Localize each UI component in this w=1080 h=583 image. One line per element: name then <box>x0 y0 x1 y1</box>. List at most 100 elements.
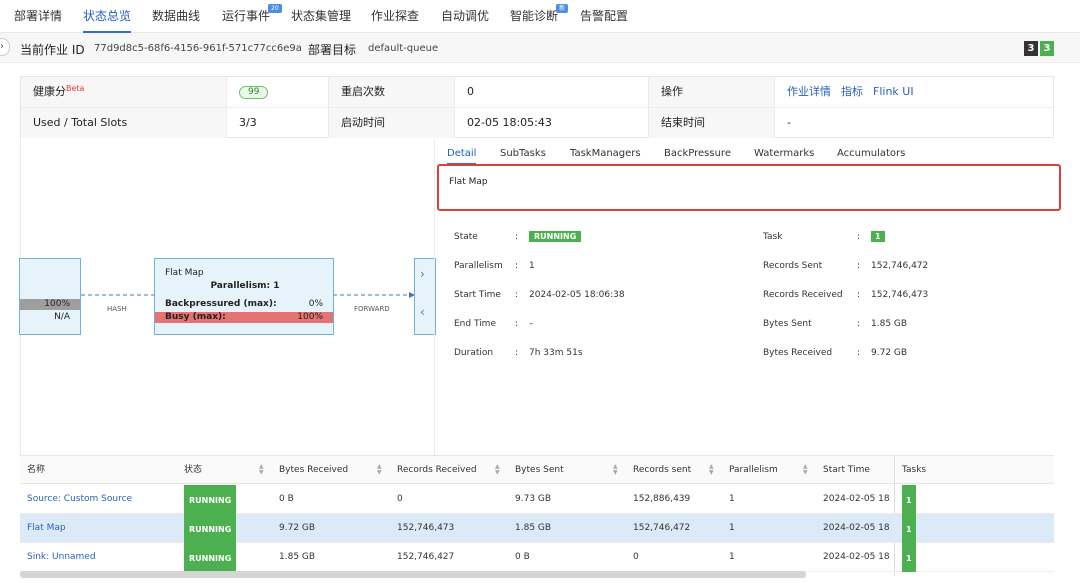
health-score-text: 健康分 <box>33 85 66 98</box>
records-received-cell: 152,746,473 <box>397 523 455 533</box>
sep: : <box>857 261 861 271</box>
task-count-badge: 1 <box>871 231 885 242</box>
sep: : <box>515 232 519 242</box>
bytes-sent-cell: 9.73 GB <box>515 494 552 504</box>
bytes-sent-cell: 0 B <box>515 552 530 562</box>
bytes-received-cell: 9.72 GB <box>279 523 316 533</box>
table-row[interactable]: Sink: Unnamed RUNNING 1.85 GB 152,746,42… <box>20 543 1054 572</box>
state-value: RUNNING <box>529 231 582 242</box>
status-cell: RUNNING <box>184 543 237 572</box>
table-row[interactable]: Source: Custom Source RUNNING 0 B 0 9.73… <box>20 485 1054 514</box>
bytes-received-cell: 1.85 GB <box>279 552 316 562</box>
vertex-table: 名称 状态 ▲ ▼ Bytes Received ▲ ▼ Records Recei… <box>20 455 1054 576</box>
table-row-selected[interactable]: Flat Map RUNNING 9.72 GB 152,746,473 1.8… <box>20 514 1054 543</box>
health-score-label: 健康分Beta <box>21 77 227 107</box>
graph-node-source[interactable]: 100% N/A <box>19 258 81 335</box>
flink-ui-link[interactable]: Flink UI <box>873 85 914 98</box>
summary-row: 健康分Beta 99 重启次数 0 操作 作业详情 指标 Flink UI <box>21 77 1053 108</box>
parallelism-cell: 1 <box>729 552 735 562</box>
start-time-label: 启动时间 <box>329 108 455 138</box>
col-bytes-sent[interactable]: Bytes Sent <box>515 456 564 484</box>
col-name[interactable]: 名称 <box>27 456 45 484</box>
sort-icon[interactable]: ▲ ▼ <box>495 464 500 476</box>
graph-node-sink[interactable]: › ‹ <box>414 258 436 335</box>
app-root: 部署详情 状态总览 数据曲线 运行事件 20 状态集管理 作业探查 自动调优 智… <box>0 0 1080 583</box>
health-score-cell: 99 <box>227 77 329 107</box>
expand-left-icon[interactable]: ‹ <box>420 305 425 319</box>
vertex-name-box: Flat Map <box>437 164 1061 211</box>
busy-label: Busy (max): <box>165 312 226 322</box>
summary-row: Used / Total Slots 3/3 启动时间 02-05 18:05:… <box>21 108 1053 139</box>
expand-right-icon[interactable]: › <box>420 267 425 281</box>
tasks-cell: 1 <box>902 485 916 514</box>
sep: : <box>857 319 861 329</box>
vertex-name-link[interactable]: Sink: Unnamed <box>27 543 182 572</box>
busy-bar: Busy (max): 100% <box>155 312 333 323</box>
records-received-cell: 152,746,427 <box>397 552 455 562</box>
smart-diagnosis-badge: 新 <box>556 4 569 13</box>
sep: : <box>857 290 861 300</box>
tab-status-overview[interactable]: 状态总览 <box>83 0 132 33</box>
vertex-name-link[interactable]: Source: Custom Source <box>27 485 182 514</box>
col-start-time[interactable]: Start Time <box>823 456 870 484</box>
job-info-bar: 当前作业 ID 77d9d8c5-68f6-4156-961f-571c77cc… <box>0 33 1080 63</box>
tab-run-events[interactable]: 运行事件 <box>222 0 270 33</box>
edge-forward <box>333 292 415 298</box>
duration-label: Duration <box>454 348 494 358</box>
sort-icon[interactable]: ▲ ▼ <box>803 464 808 476</box>
tab-watermarks[interactable]: Watermarks <box>754 148 814 159</box>
tab-smart-diagnosis[interactable]: 智能诊断 <box>510 0 558 33</box>
status-cell: RUNNING <box>184 485 237 514</box>
job-graph[interactable]: 100% N/A HASH FORWARD Flat Map Paralleli… <box>19 139 436 455</box>
tab-taskmanagers[interactable]: TaskManagers <box>570 148 641 159</box>
tab-auto-tuning[interactable]: 自动调优 <box>441 0 489 33</box>
status-cell: RUNNING <box>184 514 237 543</box>
task-count-badge: 1 <box>902 485 916 514</box>
tab-detail[interactable]: Detail <box>447 148 477 165</box>
parallelism-cell: 1 <box>729 523 735 533</box>
graph-node-flat-map[interactable]: Flat Map Parallelism: 1 Backpressured (m… <box>154 258 334 335</box>
col-records-sent[interactable]: Records sent <box>633 456 691 484</box>
col-bytes-received[interactable]: Bytes Received <box>279 456 348 484</box>
state-label: State <box>454 232 478 242</box>
restart-count-label: 重启次数 <box>329 77 455 107</box>
slots-value: 3/3 <box>227 108 329 138</box>
metrics-link[interactable]: 指标 <box>841 85 863 98</box>
job-summary-table: 健康分Beta 99 重启次数 0 操作 作业详情 指标 Flink UI Used… <box>20 76 1054 138</box>
run-events-badge: 20 <box>268 4 282 13</box>
backpressure-value: 0% <box>308 299 323 309</box>
node-parallelism: Parallelism: 1 <box>210 281 280 291</box>
tab-subtasks[interactable]: SubTasks <box>500 148 546 159</box>
tab-state-set-management[interactable]: 状态集管理 <box>291 0 351 33</box>
col-records-received[interactable]: Records Received <box>397 456 477 484</box>
tab-backpressure[interactable]: BackPressure <box>664 148 731 159</box>
sort-icon[interactable]: ▲ ▼ <box>709 464 714 476</box>
restart-count-value: 0 <box>455 77 649 107</box>
operations-label: 操作 <box>649 77 775 107</box>
tasks-cell: 1 <box>902 543 916 572</box>
sort-icon[interactable]: ▲ ▼ <box>377 464 382 476</box>
records-sent-label: Records Sent <box>763 261 823 271</box>
records-received-cell: 0 <box>397 494 403 504</box>
tab-alert-config[interactable]: 告警配置 <box>580 0 628 33</box>
job-details-link[interactable]: 作业详情 <box>787 85 831 98</box>
edge-hash-label: HASH <box>107 305 127 313</box>
bytes-sent-value: 1.85 GB <box>871 319 908 329</box>
source-backpressure-bar: 100% <box>20 299 80 310</box>
running-badge: RUNNING <box>184 485 237 514</box>
vertex-name-link[interactable]: Flat Map <box>27 514 182 543</box>
tab-accumulators[interactable]: Accumulators <box>837 148 905 159</box>
horizontal-scrollbar[interactable] <box>20 571 806 578</box>
tab-job-explore[interactable]: 作业探查 <box>371 0 419 33</box>
sort-icon[interactable]: ▲ ▼ <box>613 464 618 476</box>
start-time-value: 2024-02-05 18:06:38 <box>529 290 625 300</box>
sort-icon[interactable]: ▲ ▼ <box>259 464 264 476</box>
vertex-detail-panel: Detail SubTasks TaskManagers BackPressur… <box>434 139 1061 455</box>
start-time-cell: 2024-02-05 18 <box>823 552 890 562</box>
tab-deploy-details[interactable]: 部署详情 <box>14 0 62 33</box>
col-tasks[interactable]: Tasks <box>902 456 926 484</box>
tab-data-curves[interactable]: 数据曲线 <box>152 0 200 33</box>
col-parallelism[interactable]: Parallelism <box>729 456 778 484</box>
col-status[interactable]: 状态 <box>184 456 202 484</box>
deploy-target-label: 部署目标 <box>308 43 357 57</box>
